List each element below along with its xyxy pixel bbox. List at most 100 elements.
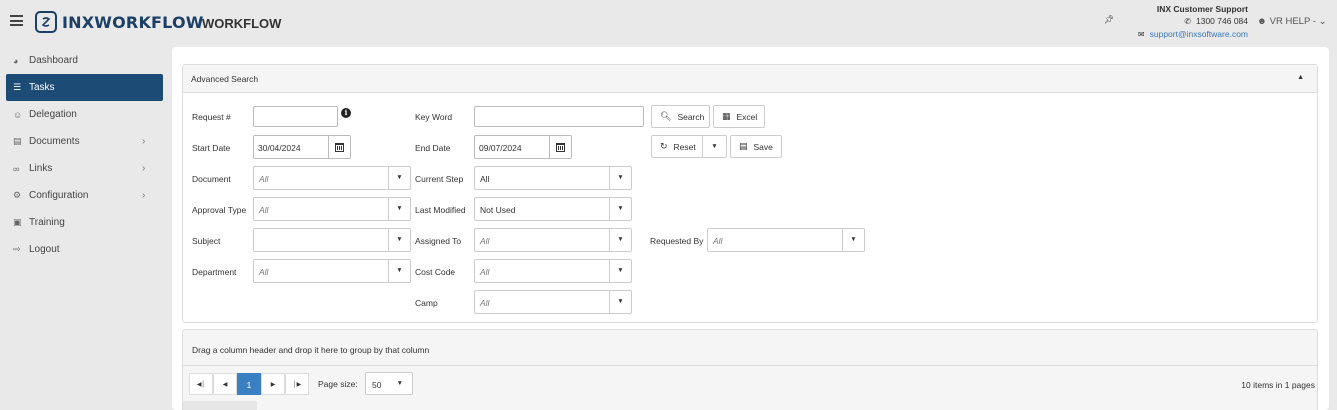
start-date-label: Start Date [192,143,231,153]
sliders-icon: ⚙ [13,190,22,200]
keyword-label: Key Word [415,112,453,122]
department-select-value: All [259,267,269,277]
sidebar-item-label: Documents [29,136,80,147]
page-size-select[interactable]: 50 ▼ [365,372,413,395]
end-date-value[interactable]: 09/07/2024 [479,143,522,153]
pin-icon[interactable]: 📌︎ [1104,15,1114,24]
current-step-select-value: All [480,174,490,184]
group-by-drop-area[interactable]: Drag a column header and drop it here to… [192,345,429,355]
camp-select-value: All [480,298,490,308]
support-email[interactable]: ✉ support@inxsoftware.com [1120,28,1248,41]
prev-page-button[interactable]: ◀ [213,373,237,395]
cost-code-select[interactable]: All ▼ [474,259,632,283]
last-modified-select-value: Not Used [480,205,516,215]
sidebar-item-configuration[interactable]: ⚙ Configuration › [0,182,168,209]
camp-label: Camp [415,298,438,308]
advanced-search-header[interactable]: Advanced Search ▲ [183,65,1317,93]
requested-by-select[interactable]: All ▼ [707,228,865,252]
inx-logo: INXWORKFLOW [35,10,204,34]
caret-down-icon: ▼ [609,167,631,189]
sidebar-item-tasks[interactable]: ☰ Tasks [6,74,163,101]
calendar-icon[interactable] [549,136,571,158]
training-icon: ▣ [13,217,22,227]
items-count-info: 10 items in 1 pages [1241,380,1315,390]
assigned-to-select[interactable]: All ▼ [474,228,632,252]
document-icon: ▤ [13,136,22,146]
requested-by-label: Requested By [650,236,704,246]
app-title: WORKFLOW [202,16,282,31]
last-modified-label: Last Modified [415,205,466,215]
support-email-text[interactable]: support@inxsoftware.com [1150,29,1248,39]
caret-down-icon: ▼ [711,143,718,150]
logout-icon: ⇨ [13,244,21,254]
request-number-input[interactable] [253,106,338,127]
document-label: Document [192,174,231,184]
support-phone-text: 1300 746 084 [1196,16,1248,26]
start-date-value[interactable]: 30/04/2024 [258,143,301,153]
caret-down-icon: ▼ [388,198,410,220]
users-icon: ☺ [13,109,23,120]
sidebar-item-documents[interactable]: ▤ Documents › [0,128,168,155]
sidebar-item-label: Training [29,217,65,228]
sidebar-item-delegation[interactable]: ☺ Delegation [0,101,168,128]
search-icon: 🔍︎ [660,111,672,121]
hamburger-menu-icon[interactable] [10,15,23,26]
current-step-select[interactable]: All ▼ [474,166,632,190]
sidebar-item-training[interactable]: ▣ Training [0,209,168,236]
chevron-down-icon: - ⌄ [1310,16,1327,27]
grid-pager: ◀│ ◀ 1 ▶ │▶ Page size: 50 ▼ 10 items in 1… [183,365,1317,401]
envelope-icon: ✉ [1137,30,1145,39]
support-phone: ✆ 1300 746 084 [1120,15,1248,28]
save-button-label: Save [753,141,773,152]
excel-button[interactable]: ▦ Excel [713,105,765,128]
logo-badge-icon [35,11,57,33]
approval-type-select[interactable]: All ▼ [253,197,411,221]
logo-text: INXWORKFLOW [62,12,204,32]
grid-scrollbar-stub [183,401,257,410]
user-name[interactable]: VR HELP [1270,16,1310,27]
main-content: Advanced Search ▲ Request # i Key Word 🔍… [172,47,1329,410]
page-size-label: Page size: [318,379,358,389]
next-page-button[interactable]: ▶ [261,373,285,395]
reset-button-label: Reset [673,141,696,152]
calendar-icon[interactable] [328,136,350,158]
assigned-to-select-value: All [480,236,490,246]
reset-button[interactable]: ↻ Reset [651,135,703,158]
dashboard-icon: ◕ [13,55,19,66]
save-button[interactable]: ▤ Save [730,135,782,158]
document-select[interactable]: All ▼ [253,166,411,190]
sidebar-item-label: Configuration [29,190,89,201]
last-page-button[interactable]: │▶ [285,373,309,395]
sidebar-item-dashboard[interactable]: ◕ Dashboard [0,47,168,74]
keyword-input[interactable] [474,106,644,127]
user-menu[interactable]: ☻ VR HELP - ⌄ [1257,16,1327,27]
caret-down-icon: ▼ [609,229,631,251]
search-button[interactable]: 🔍︎ Search [651,105,710,128]
excel-icon: ▦ [722,111,731,121]
end-date-input[interactable]: 09/07/2024 [474,135,572,159]
chevron-right-icon: › [142,136,146,147]
start-date-input[interactable]: 30/04/2024 [253,135,351,159]
current-page-button[interactable]: 1 [237,373,261,395]
reset-dropdown-toggle[interactable]: ▼ [703,135,727,158]
sidebar-item-logout[interactable]: ⇨ Logout [0,236,168,263]
collapse-up-icon[interactable]: ▲ [1297,74,1304,81]
floppy-disk-icon: ▤ [739,141,748,151]
info-icon[interactable]: i [341,108,351,118]
sidebar-item-label: Delegation [29,109,77,120]
advanced-search-panel: Advanced Search ▲ Request # i Key Word 🔍… [182,64,1318,323]
sidebar-item-label: Tasks [29,82,55,93]
search-button-label: Search [677,111,705,122]
department-select[interactable]: All ▼ [253,259,411,283]
tasks-grid: Drag a column header and drop it here to… [182,329,1318,410]
caret-down-icon: ▼ [388,260,410,282]
camp-select[interactable]: All ▼ [474,290,632,314]
first-page-button[interactable]: ◀│ [189,373,213,395]
sidebar-item-links[interactable]: ∞ Links › [0,155,168,182]
caret-down-icon: ▼ [388,229,410,251]
list-icon: ☰ [13,82,22,92]
subject-select[interactable]: ▼ [253,228,411,252]
subject-label: Subject [192,236,221,246]
last-modified-select[interactable]: Not Used ▼ [474,197,632,221]
requested-by-select-value: All [713,236,723,246]
